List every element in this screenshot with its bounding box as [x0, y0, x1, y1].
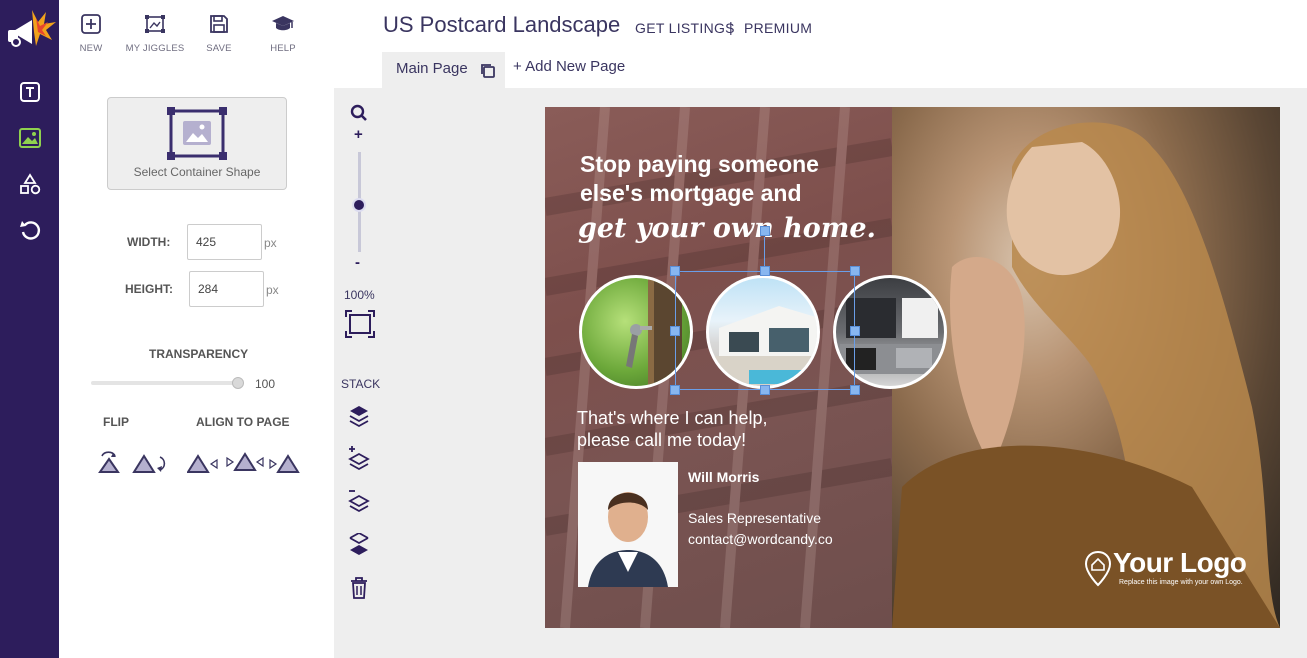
resize-handle-bl[interactable]: [670, 385, 680, 395]
resize-handle-br[interactable]: [850, 385, 860, 395]
text-tool-icon[interactable]: [14, 76, 46, 108]
flip-horizontal-icon[interactable]: [132, 452, 172, 479]
zoom-out-button[interactable]: -: [355, 254, 360, 271]
height-input[interactable]: [189, 271, 264, 307]
resize-handle-tl[interactable]: [670, 266, 680, 276]
agent-role[interactable]: Sales Representative: [688, 510, 821, 526]
rotate-line: [764, 237, 765, 266]
duplicate-page-icon[interactable]: [480, 63, 496, 79]
stack-label: STACK: [341, 377, 381, 391]
transparency-label: TRANSPARENCY: [149, 347, 249, 361]
bring-to-front-icon[interactable]: [348, 404, 370, 433]
zoom-in-button[interactable]: +: [354, 126, 363, 143]
document-title: US Postcard Landscape: [383, 12, 621, 37]
resize-handle-bm[interactable]: [760, 385, 770, 395]
help-text-line-1: That's where I can help,: [577, 408, 768, 428]
postcard-canvas[interactable]: Stop paying someone else's mortgage and …: [545, 107, 1280, 628]
app-logo-icon[interactable]: [2, 2, 58, 54]
help-label: HELP: [270, 43, 296, 54]
my-jiggles-label: MY JIGGLES: [125, 43, 185, 54]
agent-name[interactable]: Will Morris: [688, 469, 759, 485]
script-headline-text[interactable]: get your own home.: [578, 213, 876, 244]
transparency-slider-track[interactable]: [91, 381, 239, 385]
help-text-line-2: please call me today!: [577, 430, 747, 450]
tab-main-page[interactable]: Main Page: [382, 52, 505, 88]
send-backward-icon[interactable]: [346, 488, 370, 519]
help-button[interactable]: HELP: [248, 14, 318, 54]
tab-main-page-label: Main Page: [396, 60, 468, 77]
align-center-icon[interactable]: [225, 450, 265, 479]
agent-email[interactable]: contact@wordcandy.co: [688, 531, 833, 547]
headline-text[interactable]: Stop paying someone else's mortgage and: [580, 150, 880, 208]
resize-handle-tm[interactable]: [760, 266, 770, 276]
zoom-slider-thumb[interactable]: [352, 198, 366, 212]
align-right-icon[interactable]: [268, 452, 300, 479]
save-button[interactable]: SAVE: [184, 14, 254, 54]
header-separator: |: [729, 19, 733, 35]
graduation-cap-icon: [272, 16, 294, 31]
width-label: WIDTH:: [127, 235, 171, 249]
jiggles-icon: [145, 15, 165, 33]
resize-handle-mr[interactable]: [850, 326, 860, 336]
plus-square-icon: [81, 14, 101, 34]
select-container-shape-button[interactable]: Select Container Shape: [107, 97, 287, 190]
undo-icon[interactable]: [14, 214, 46, 246]
bring-forward-icon[interactable]: [346, 446, 370, 477]
image-tool-icon[interactable]: [14, 122, 46, 154]
container-shape-icon: [167, 107, 227, 160]
logo-placeholder-text[interactable]: Your Logo: [1113, 547, 1247, 579]
get-listings-link[interactable]: GET LISTINGS: [635, 20, 735, 36]
fit-to-screen-icon[interactable]: [345, 310, 375, 343]
width-unit: px: [264, 236, 277, 250]
align-left-icon[interactable]: [186, 452, 219, 479]
floppy-disk-icon: [210, 15, 228, 33]
new-button[interactable]: NEW: [56, 14, 126, 54]
help-text[interactable]: That's where I can help, please call me …: [577, 407, 837, 451]
height-label: HEIGHT:: [125, 282, 173, 296]
zoom-search-icon[interactable]: [350, 104, 368, 127]
resize-handle-tr[interactable]: [850, 266, 860, 276]
save-label: SAVE: [206, 43, 232, 54]
my-jiggles-button[interactable]: MY JIGGLES: [120, 14, 190, 54]
flip-label: FLIP: [103, 415, 129, 429]
shapes-tool-icon[interactable]: [14, 168, 46, 200]
transparency-slider-thumb[interactable]: [232, 377, 244, 389]
left-rail: [0, 0, 59, 658]
selection-frame[interactable]: [675, 271, 855, 390]
transparency-value: 100: [255, 377, 276, 391]
width-input[interactable]: [187, 224, 262, 260]
vertical-toolbar: + - 100% STACK: [334, 88, 384, 658]
properties-panel: Select Container Shape WIDTH: px HEIGHT:…: [59, 72, 334, 658]
delete-trash-icon[interactable]: [350, 577, 368, 604]
new-label: NEW: [79, 43, 103, 54]
resize-handle-ml[interactable]: [670, 326, 680, 336]
send-to-back-icon[interactable]: [348, 532, 370, 562]
add-new-page-button[interactable]: + Add New Page: [513, 58, 625, 75]
height-unit: px: [266, 283, 279, 297]
premium-link[interactable]: PREMIUM: [744, 20, 812, 36]
logo-placeholder-subtext: Replace this image with your own Logo.: [1119, 579, 1243, 586]
flip-vertical-icon[interactable]: [96, 448, 122, 479]
zoom-level: 100%: [344, 288, 375, 302]
location-pin-icon: [1085, 551, 1111, 587]
rotate-handle[interactable]: [760, 226, 770, 236]
align-to-page-label: ALIGN TO PAGE: [196, 415, 290, 429]
agent-photo[interactable]: [578, 462, 678, 587]
container-shape-caption: Select Container Shape: [133, 165, 261, 179]
